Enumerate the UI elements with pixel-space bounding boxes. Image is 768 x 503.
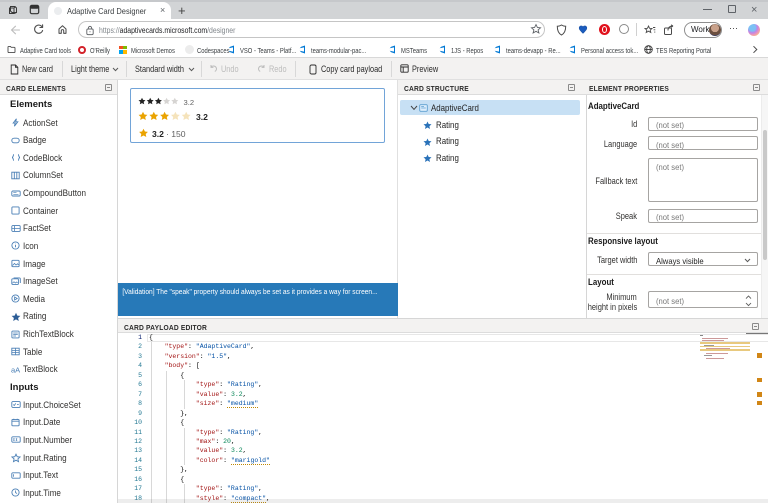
svg-text:aA: aA xyxy=(11,365,20,374)
